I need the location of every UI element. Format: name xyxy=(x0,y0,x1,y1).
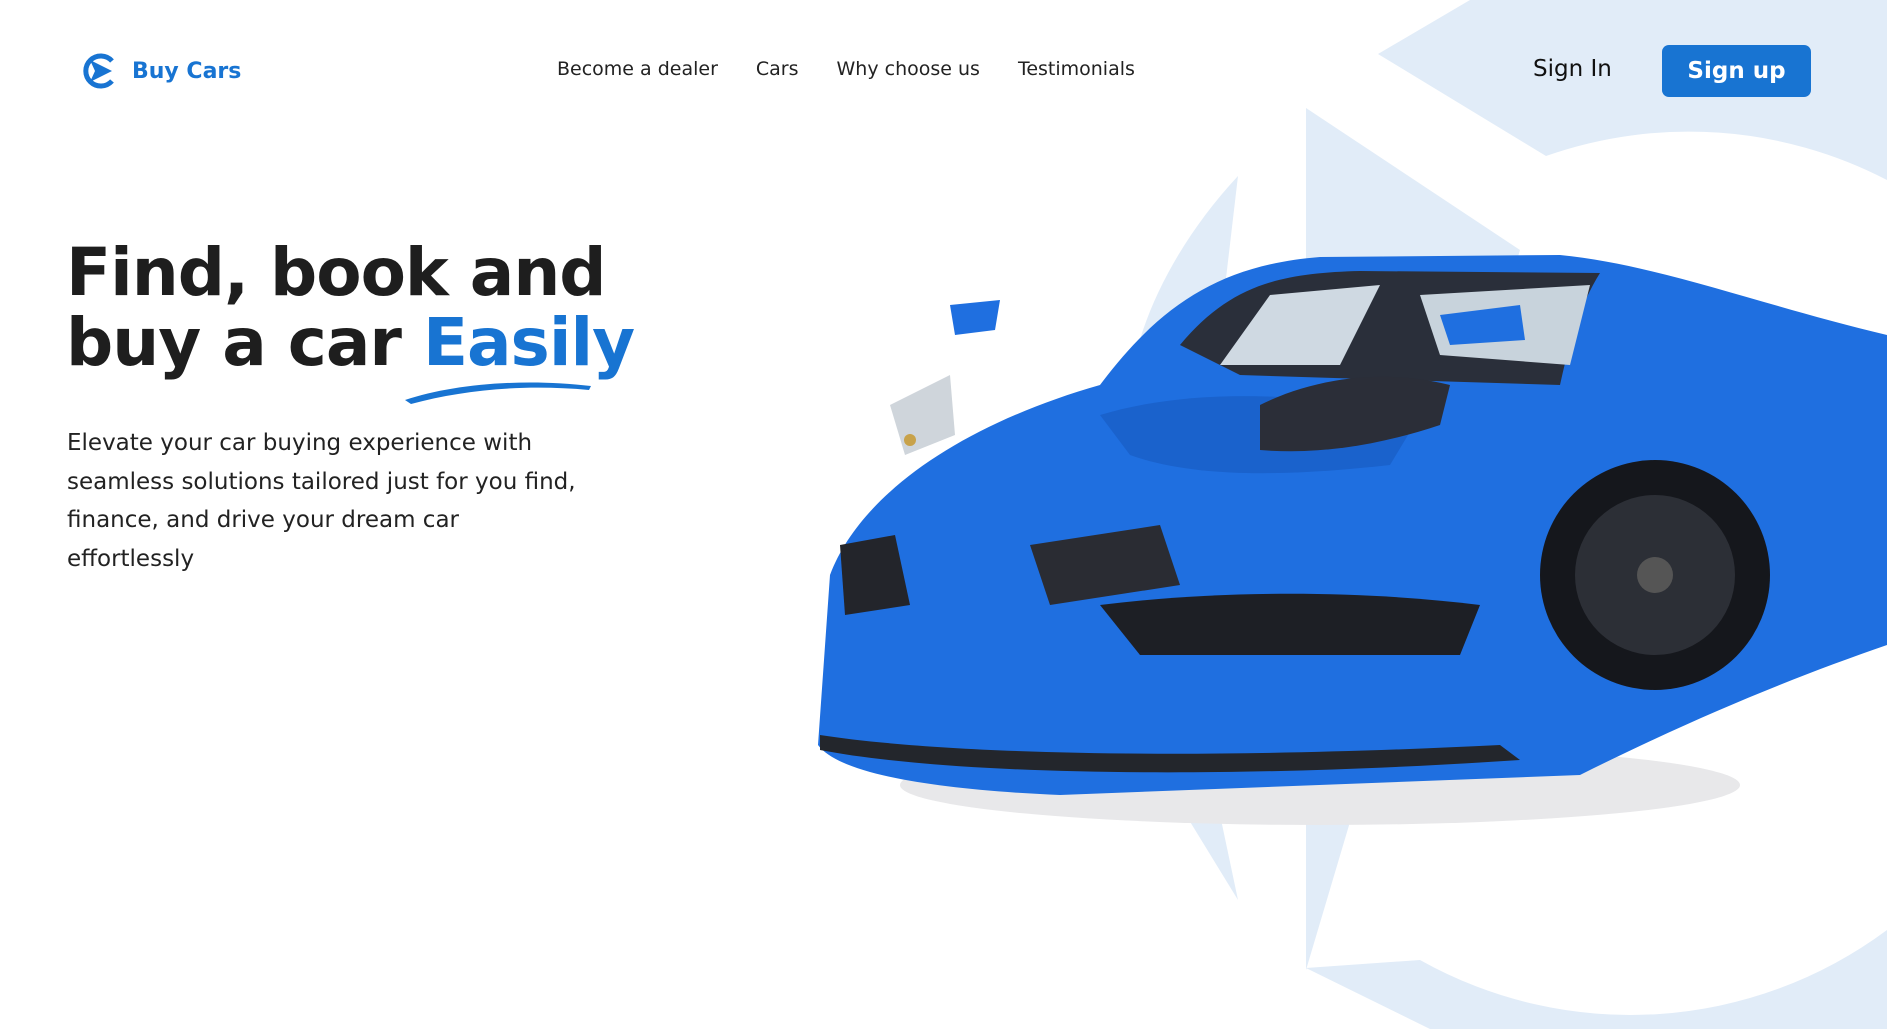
brand-logo[interactable]: Buy Cars xyxy=(82,53,241,89)
hero-title: Find, book and buy a car Easily xyxy=(66,238,635,381)
main-nav: Become a dealer Cars Why choose us Testi… xyxy=(557,58,1135,80)
nav-become-dealer[interactable]: Become a dealer xyxy=(557,58,718,80)
title-line-2: buy a car xyxy=(66,304,423,381)
nav-why-choose-us[interactable]: Why choose us xyxy=(837,58,980,80)
nav-cars[interactable]: Cars xyxy=(756,58,799,80)
sign-in-link[interactable]: Sign In xyxy=(1533,56,1612,82)
title-line-1: Find, book and xyxy=(66,234,607,311)
title-highlight: Easily xyxy=(422,304,635,381)
sign-up-button[interactable]: Sign up xyxy=(1662,45,1811,97)
underline-swoosh-icon xyxy=(405,382,591,404)
hero-description: Elevate your car buying experience with … xyxy=(67,430,576,572)
play-logo-icon xyxy=(83,53,114,89)
nav-testimonials[interactable]: Testimonials xyxy=(1018,58,1135,80)
car-image xyxy=(818,255,1887,825)
brand-name: Buy Cars xyxy=(132,58,242,84)
